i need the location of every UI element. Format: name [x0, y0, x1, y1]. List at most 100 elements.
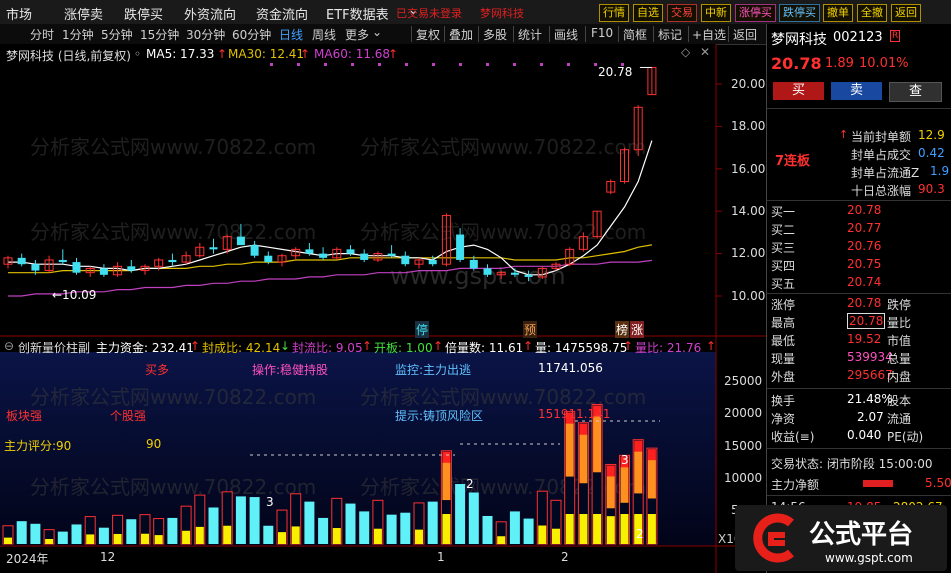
query-button[interactable]: 查: [889, 82, 942, 102]
toolbar-divider: [513, 26, 514, 42]
kline-chart[interactable]: 分析家公式网www.70822.com 分析家公式网www.70822.com 分析…: [0, 44, 766, 573]
candle-body: [58, 259, 67, 263]
divider: [767, 293, 951, 294]
bar-digit: 2: [466, 477, 474, 491]
sell-button[interactable]: 卖: [831, 82, 882, 100]
menu-limit-up-sell[interactable]: 涨停卖: [64, 4, 103, 23]
dot-marker: [432, 63, 435, 66]
volume-bar: [126, 519, 137, 544]
watermark-text: 分析家公式网www.70822.com: [360, 135, 646, 159]
tool-mark[interactable]: 标记: [658, 26, 682, 43]
menu-market[interactable]: 市场: [6, 4, 32, 23]
arrow-up-icon: ↑: [217, 47, 228, 61]
volume-tick: 25000: [724, 374, 763, 388]
diamond-icon[interactable]: ◇: [681, 45, 690, 59]
candle-body: [250, 245, 259, 256]
btn-limit-up-buy[interactable]: 涨停买: [735, 4, 776, 22]
volume-bar-segment: [552, 528, 560, 544]
volume-tick: 20000: [724, 406, 763, 420]
tool-f10[interactable]: F10: [591, 26, 613, 40]
close-icon[interactable]: ✕: [700, 45, 710, 59]
btn-watchlist[interactable]: 自选: [633, 4, 663, 22]
marker-limit-up: 涨: [630, 321, 645, 338]
arrow-up-icon: ↑: [190, 339, 201, 353]
btn-trade[interactable]: 交易: [667, 4, 697, 22]
candle-body: [401, 255, 410, 265]
volume-bar-segment: [579, 434, 588, 484]
bar-digit: 2: [636, 527, 644, 541]
zhuli-label: 主力资金: 232.41: [96, 341, 194, 355]
tool-adjust[interactable]: 复权: [416, 26, 440, 43]
candle-body: [31, 264, 40, 271]
price-tick: 16.00: [731, 162, 766, 176]
tool-draw[interactable]: 画线: [554, 26, 578, 43]
period-weekly[interactable]: 周线: [312, 26, 336, 43]
tool-add-watch[interactable]: +自选: [692, 26, 726, 43]
candle-body: [72, 262, 81, 273]
period-30min[interactable]: 30分钟: [186, 26, 225, 43]
btn-limit-down-buy[interactable]: 跌停买: [779, 4, 820, 22]
arrow-up-icon: ↑: [706, 339, 717, 353]
seal-row: 当前封单额 12.9: [851, 128, 945, 144]
bid-row: 买四 20.75: [771, 257, 882, 273]
menu-foreign-flow[interactable]: 外资流向: [184, 4, 236, 23]
net-flow-value: 5.50: [925, 476, 951, 490]
period-60min[interactable]: 60分钟: [232, 26, 271, 43]
btn-quote[interactable]: 行情: [599, 4, 629, 22]
tool-overlay[interactable]: 叠加: [449, 26, 473, 43]
btn-cancel-all[interactable]: 全撤: [857, 4, 887, 22]
period-more[interactable]: 更多: [345, 26, 369, 43]
price-change-pct: 10.01%: [859, 56, 909, 71]
arrow-up-icon: ↑: [362, 339, 373, 353]
volume-bar: [468, 492, 479, 544]
period-5min[interactable]: 5分钟: [101, 26, 133, 43]
net-flow-bar: [863, 480, 893, 487]
dot-marker: [297, 63, 300, 66]
menu-etf-table[interactable]: ETF数据表: [326, 4, 389, 23]
volume-bar-segment: [620, 467, 629, 503]
seal-row: 封单占成交 0.42: [851, 146, 945, 162]
volume-bar: [249, 497, 260, 544]
indicator-value-2: 151911.141: [538, 407, 611, 421]
trade-status: 交易状态: 闭市阶段 15:00:00: [771, 457, 933, 471]
marker-halt: 停: [415, 321, 430, 338]
dot-marker: [378, 63, 381, 66]
dot-marker: [594, 63, 597, 66]
btn-cancel-order[interactable]: 撤单: [823, 4, 853, 22]
period-1min[interactable]: 1分钟: [62, 26, 94, 43]
volume-bar-segment: [579, 514, 588, 544]
btn-zhongxin[interactable]: 中新: [701, 4, 731, 22]
toolbar-divider: [411, 26, 412, 42]
volume-bar: [509, 511, 520, 544]
tool-stats[interactable]: 统计: [518, 26, 542, 43]
candle-body: [456, 234, 465, 260]
period-timeshare[interactable]: 分时: [30, 26, 54, 43]
chevron-down-icon[interactable]: ⌄: [372, 25, 382, 39]
tool-back[interactable]: 返回: [733, 26, 757, 43]
divider: [767, 200, 951, 201]
btn-back-top[interactable]: 返回: [891, 4, 921, 22]
volume-bar-segment: [497, 536, 506, 544]
tool-simple-frame[interactable]: 简框: [623, 26, 647, 43]
collapse-icon[interactable]: ⊖: [4, 339, 14, 353]
tool-multi-stock[interactable]: 多股: [483, 26, 507, 43]
volume-bar: [304, 501, 315, 544]
chart-toolbar: 分时 1分钟 5分钟 15分钟 30分钟 60分钟 日线 周线 更多 ⌄ 复权 …: [0, 24, 766, 45]
candle-body: [17, 257, 26, 265]
period-daily[interactable]: 日线: [279, 26, 303, 43]
high-price-label: 20.78: [598, 65, 633, 79]
ma-toggle-icon[interactable]: ◦: [134, 47, 141, 61]
volume-bar: [167, 517, 178, 544]
arrow-down-icon: ↓: [280, 339, 291, 353]
ma30-label: MA30: 12.41: [228, 47, 305, 61]
toolbar-divider: [444, 26, 445, 42]
period-15min[interactable]: 15分钟: [140, 26, 179, 43]
stat-row: 现量 539934 总量: [771, 350, 912, 366]
candle-body: [524, 274, 533, 277]
menu-limit-down-buy[interactable]: 跌停买: [124, 4, 163, 23]
volume-bar: [57, 531, 68, 544]
menu-capital-flow[interactable]: 资金流向: [256, 4, 308, 23]
toolbar-divider: [478, 26, 479, 42]
buy-button[interactable]: 买: [773, 82, 824, 100]
volume-bar: [386, 514, 397, 544]
